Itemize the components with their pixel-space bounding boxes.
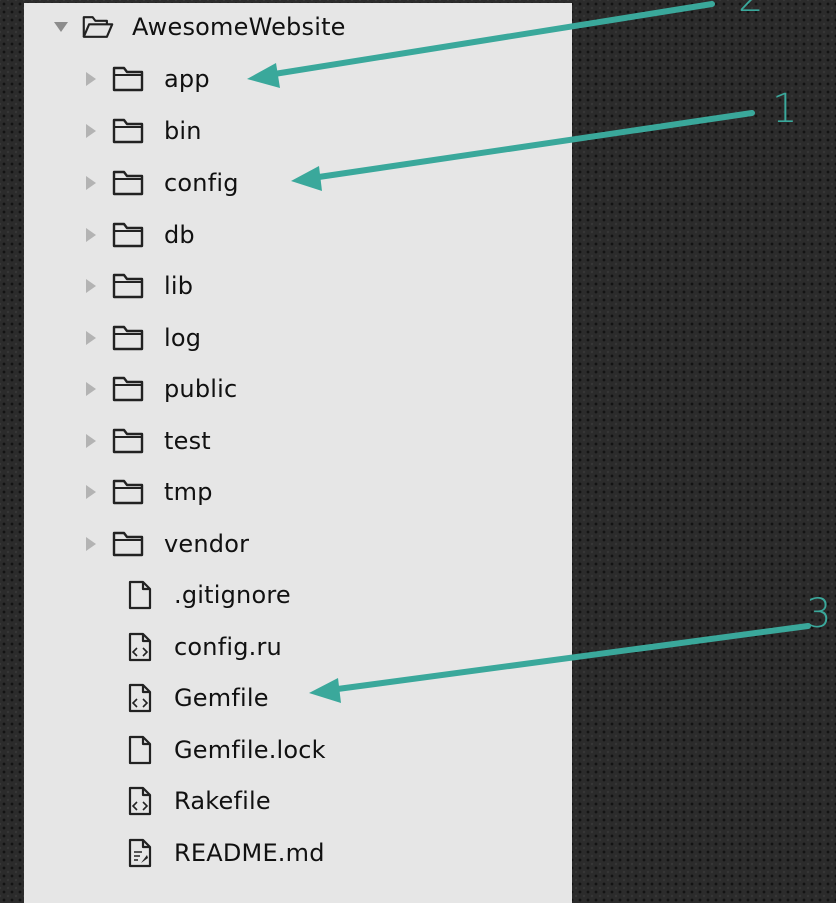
tree-folder-config[interactable]: config [80, 163, 239, 203]
tree-file-gemfile-lock[interactable]: Gemfile.lock [126, 730, 326, 770]
chevron-right-icon[interactable] [80, 266, 102, 306]
tree-folder-label: public [164, 375, 238, 403]
tree-folder-label: db [164, 221, 195, 249]
tree-file-label: Rakefile [174, 787, 271, 815]
tree-folder-test[interactable]: test [80, 421, 211, 461]
tree-file-readme[interactable]: README.md [126, 833, 325, 873]
tree-folder-label: vendor [164, 530, 250, 558]
chevron-right-icon[interactable] [80, 318, 102, 358]
folder-icon [112, 375, 144, 403]
chevron-right-icon[interactable] [80, 369, 102, 409]
tree-folder-bin[interactable]: bin [80, 111, 202, 151]
tree-file-label: config.ru [174, 633, 282, 661]
tree-folder-label: config [164, 169, 239, 197]
tree-folder-label: tmp [164, 478, 213, 506]
folder-icon [112, 478, 144, 506]
chevron-right-icon[interactable] [80, 59, 102, 99]
code-file-icon [126, 632, 154, 662]
tree-folder-label: log [164, 324, 202, 352]
chevron-down-icon[interactable] [50, 7, 72, 47]
callout-number-2: 2 [738, 0, 763, 18]
chevron-right-icon[interactable] [80, 111, 102, 151]
code-file-icon [126, 786, 154, 816]
tree-folder-app[interactable]: app [80, 59, 210, 99]
chevron-right-icon[interactable] [80, 163, 102, 203]
tree-file-label: Gemfile.lock [174, 736, 326, 764]
callout-number-3: 3 [806, 591, 832, 637]
tree-file-gemfile[interactable]: Gemfile [126, 678, 269, 718]
tree-folder-label: bin [164, 117, 202, 145]
folder-icon [112, 221, 144, 249]
tree-folder-log[interactable]: log [80, 318, 201, 358]
tree-file-gitignore[interactable]: .gitignore [126, 575, 291, 615]
tree-folder-lib[interactable]: lib [80, 266, 193, 306]
tree-file-label: Gemfile [174, 684, 269, 712]
chevron-right-icon[interactable] [80, 472, 102, 512]
chevron-right-icon[interactable] [80, 421, 102, 461]
tree-file-rakefile[interactable]: Rakefile [126, 781, 271, 821]
tree-folder-db[interactable]: db [80, 215, 195, 255]
code-file-icon [126, 683, 154, 713]
tree-root-label: AwesomeWebsite [132, 13, 346, 41]
folder-icon [112, 324, 144, 352]
tree-folder-label: test [164, 427, 211, 455]
markdown-file-icon [126, 838, 154, 868]
chevron-right-icon[interactable] [80, 215, 102, 255]
folder-icon [112, 169, 144, 197]
folder-icon [112, 427, 144, 455]
tree-file-label: README.md [174, 839, 325, 867]
tree-file-label: .gitignore [174, 581, 291, 609]
tree-folder-label: lib [164, 272, 194, 300]
tree-folder-vendor[interactable]: vendor [80, 524, 249, 564]
folder-icon [112, 530, 144, 558]
folder-icon [112, 272, 144, 300]
folder-icon [112, 65, 144, 93]
folder-icon [112, 117, 144, 145]
tree-file-config-ru[interactable]: config.ru [126, 627, 282, 667]
tree-folder-label: app [164, 65, 210, 93]
chevron-right-icon[interactable] [80, 524, 102, 564]
tree-folder-tmp[interactable]: tmp [80, 472, 213, 512]
callout-number-1: 1 [772, 86, 798, 132]
tree-root-awesomewebsite[interactable]: AwesomeWebsite [50, 7, 346, 47]
file-icon [126, 735, 154, 765]
tree-folder-public[interactable]: public [80, 369, 237, 409]
file-icon [126, 580, 154, 610]
folder-open-icon [82, 13, 114, 41]
